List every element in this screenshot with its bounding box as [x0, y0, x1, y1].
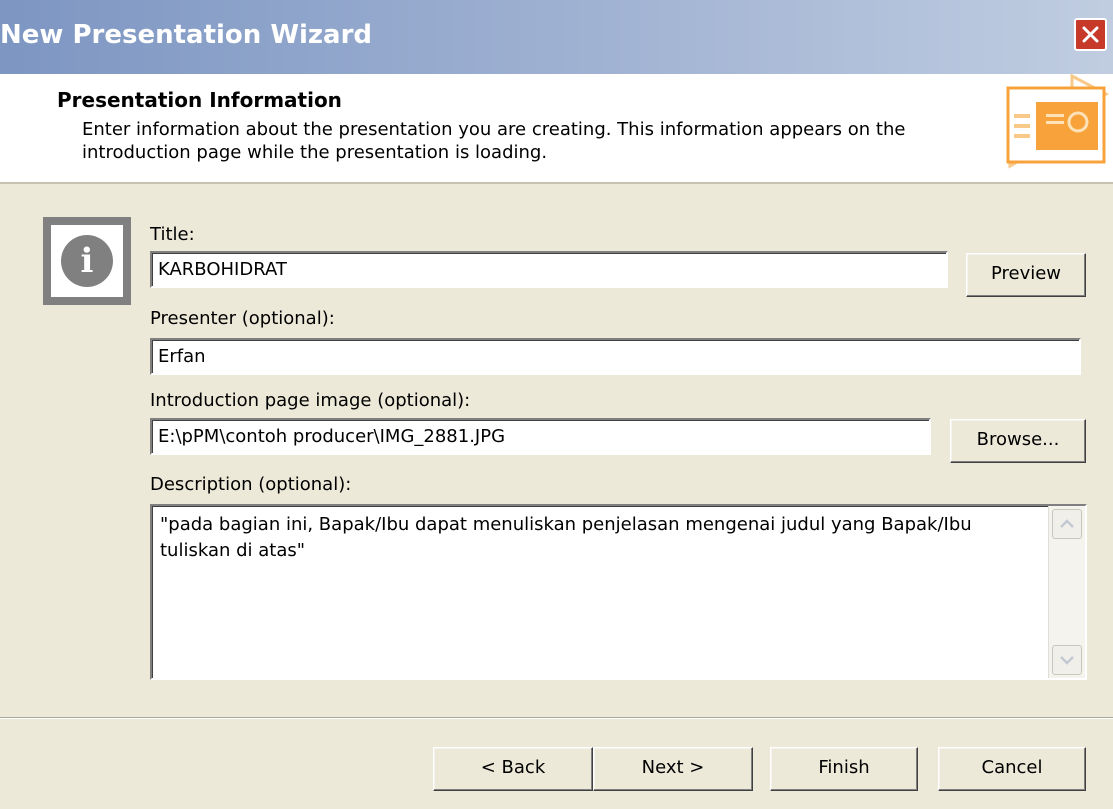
cancel-button[interactable]: Cancel	[938, 747, 1086, 791]
description-textarea[interactable]: "pada bagian ini, Bapak/Ibu dapat menuli…	[150, 504, 1087, 680]
image-path-input[interactable]	[150, 418, 931, 455]
title-bar[interactable]: New Presentation Wizard	[0, 0, 1113, 74]
image-label: Introduction page image (optional):	[150, 390, 471, 411]
wizard-window: New Presentation Wizard Presentation Inf…	[0, 0, 1113, 809]
browse-button[interactable]: Browse...	[950, 419, 1086, 463]
title-label: Title:	[150, 224, 195, 245]
presentation-wizard-icon	[1006, 74, 1110, 169]
page-title: Presentation Information	[57, 88, 342, 112]
chevron-up-icon	[1060, 519, 1074, 528]
back-button[interactable]: < Back	[433, 747, 593, 791]
page-description: Enter information about the presentation…	[82, 119, 906, 163]
chevron-down-icon	[1060, 656, 1074, 665]
presenter-input[interactable]	[150, 338, 1081, 375]
scroll-down-button[interactable]	[1052, 645, 1082, 675]
title-input[interactable]	[150, 251, 948, 288]
description-text: "pada bagian ini, Bapak/Ibu dapat menuli…	[160, 514, 972, 561]
scroll-up-button[interactable]	[1052, 509, 1082, 539]
info-glyph: i	[80, 241, 94, 281]
info-icon: i	[43, 217, 131, 305]
finish-button[interactable]: Finish	[770, 747, 918, 791]
vertical-scrollbar[interactable]	[1048, 506, 1085, 678]
wizard-header: Presentation Information Enter informati…	[0, 74, 1113, 184]
preview-button[interactable]: Preview	[966, 253, 1086, 297]
presenter-label: Presenter (optional):	[150, 308, 335, 329]
window-title: New Presentation Wizard	[0, 20, 373, 50]
next-button[interactable]: Next >	[593, 747, 753, 791]
close-icon	[1082, 26, 1099, 43]
description-label: Description (optional):	[150, 474, 352, 495]
info-circle: i	[61, 235, 113, 287]
close-button[interactable]	[1074, 18, 1107, 51]
footer-divider	[0, 717, 1113, 719]
